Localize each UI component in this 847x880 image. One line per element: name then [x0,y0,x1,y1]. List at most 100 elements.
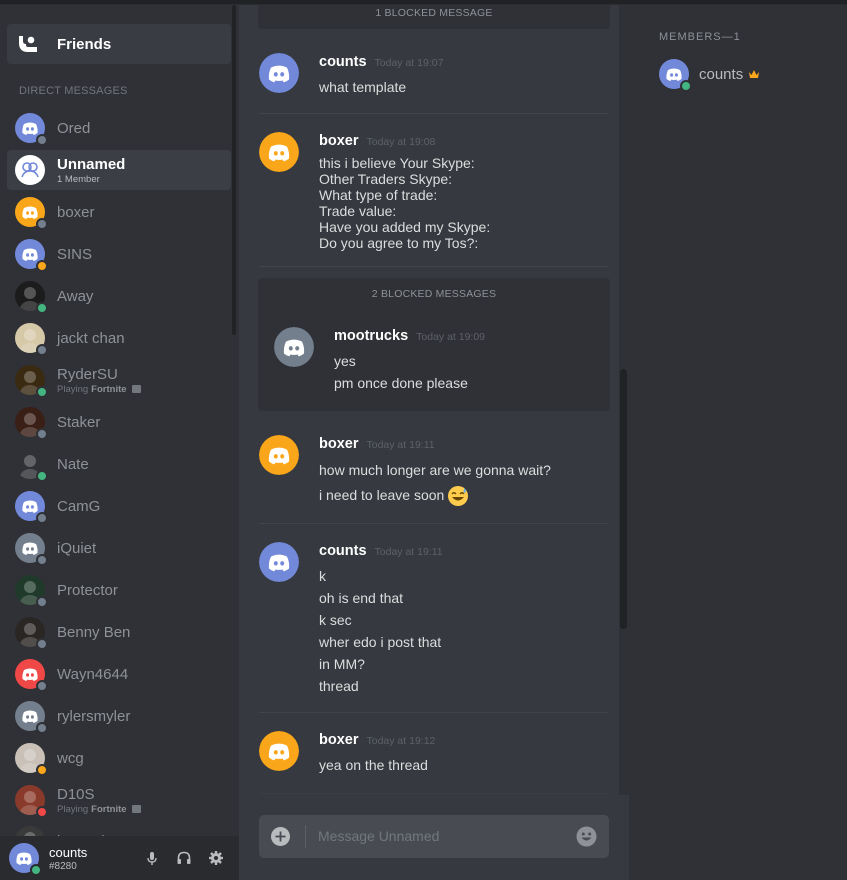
dm-name: boxer [57,203,95,221]
member-avatar [659,59,692,92]
user-avatar[interactable] [9,843,42,876]
dm-avatar [15,575,48,608]
message-text: Other Traders Skype: [319,171,453,187]
dm-item[interactable]: Protector [7,570,231,610]
emoji-picker-icon[interactable] [576,826,597,847]
message-avatar[interactable] [259,53,299,93]
message-text: k sec [319,612,352,628]
message-text: oh is end that [319,590,404,606]
dm-name: wcg [57,749,84,767]
message-text: this i believe Your Skype: [319,155,475,171]
dm-item[interactable]: Ored [7,108,231,148]
dm-item[interactable]: Staker [7,402,231,442]
status-indicator [36,638,48,650]
dm-avatar [15,197,48,230]
message-line: yea on the thread [319,754,428,776]
message-author[interactable]: mootrucks [334,328,408,344]
dm-item[interactable]: Nate [7,444,231,484]
discord-logo-icon [259,731,299,771]
dm-item[interactable]: Unnamed 1 Member [7,150,231,190]
dm-item[interactable]: D10S Playing Fortnite [7,780,231,820]
dm-avatar [15,449,48,482]
status-indicator [36,344,48,356]
member-list: MEMBERS—1 counts [629,5,847,880]
dm-item[interactable]: CamG [7,486,231,526]
sweat-smile-emoji-icon[interactable] [447,485,469,507]
message-author[interactable]: counts [319,54,367,70]
upload-plus-icon[interactable] [271,827,290,846]
message-text: Do you agree to my Tos?: [319,235,479,251]
dm-item[interactable]: Benny Ben [7,612,231,652]
message-author[interactable]: counts [319,543,367,559]
status-indicator [36,134,48,146]
message-avatar[interactable] [274,327,314,367]
message-input[interactable]: Message Unnamed [318,828,439,844]
message-composer[interactable]: Message Unnamed [259,815,609,858]
dm-name: D10S [57,785,95,803]
message-avatar[interactable] [259,132,299,172]
dm-item[interactable]: wcg [7,738,231,778]
dm-item[interactable]: Wayn4644 [7,654,231,694]
message-avatar[interactable] [259,731,299,771]
status-indicator [36,554,48,566]
message-author[interactable]: boxer [319,133,359,149]
message-line: oh is end that [319,587,441,609]
microphone-icon[interactable] [143,849,161,867]
dm-avatar [15,617,48,650]
message-text: k [319,568,326,584]
friends-icon [19,36,37,52]
user-tag: #8280 [49,860,77,872]
status-indicator [36,596,48,608]
settings-gear-icon[interactable] [207,849,225,867]
message-divider [259,113,608,114]
message-text: Trade value: [319,203,397,219]
blocked-message-notice[interactable]: 1 BLOCKED MESSAGE [258,5,610,29]
message-line: k [319,565,441,587]
dm-item[interactable]: boxer [7,192,231,232]
status-indicator [36,512,48,524]
dm-name: Benny Ben [57,623,131,641]
discord-logo-icon [259,435,299,475]
dm-avatar [15,323,48,356]
dm-name: Nate [57,455,89,473]
activity-game: Fortnite [91,803,127,815]
status-indicator [36,680,48,692]
blocked-messages-header[interactable]: 2 BLOCKED MESSAGES [258,288,610,300]
dm-item[interactable]: SINS [7,234,231,274]
headphones-icon[interactable] [175,849,193,867]
dm-avatar [15,533,48,566]
dm-item[interactable]: Away [7,276,231,316]
message-timestamp: Today at 19:11 [366,439,435,451]
user-status-online [30,864,42,876]
dm-item[interactable]: rylersmyler [7,696,231,736]
dm-avatar [15,113,48,146]
discord-logo-icon [259,53,299,93]
message-line: pm once done please [334,372,468,394]
sidebar-scrollbar[interactable] [232,5,236,335]
message-avatar[interactable] [259,435,299,475]
member-item[interactable]: counts [659,59,760,92]
dm-name: iQuiet [57,539,97,557]
dm-item[interactable]: RyderSU Playing Fortnite [7,360,231,400]
message-avatar[interactable] [259,542,299,582]
chat-scrollbar-thumb[interactable] [620,369,627,629]
activity-game: Fortnite [91,383,127,395]
crown-icon [749,70,760,78]
message-text: what template [319,79,407,95]
friends-button[interactable]: Friends [7,24,231,64]
message-author[interactable]: boxer [319,436,359,452]
chat-scrollbar[interactable] [619,5,629,795]
dm-name: RyderSU [57,365,118,383]
message-line: i need to leave soon [319,483,551,508]
dm-name: jackt chan [57,329,125,347]
status-indicator [36,722,48,734]
dm-item[interactable]: jackt chan [7,318,231,358]
status-indicator [36,764,48,776]
message-divider [259,793,608,794]
dm-sidebar: Friends DIRECT MESSAGES Ored Unnamed 1 Mem… [0,5,239,880]
member-name: counts [699,65,744,83]
message-text: thread [319,678,359,694]
message-author[interactable]: boxer [319,732,359,748]
dm-item[interactable]: iQuiet [7,528,231,568]
message-text: What type of trade: [319,187,438,203]
